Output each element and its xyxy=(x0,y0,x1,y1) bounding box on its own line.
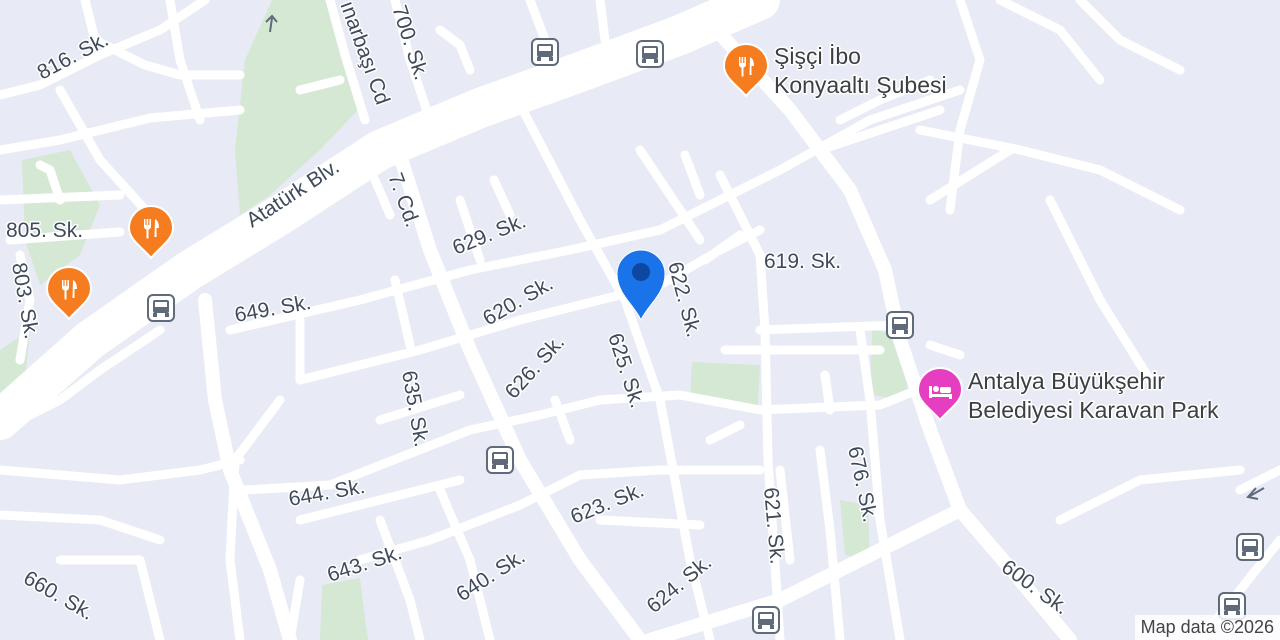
map-layer[interactable]: 816. Sk. 700. Sk. ınarbaşı Cd Atatürk Bl… xyxy=(0,0,1280,640)
street-label-619: 619. Sk. xyxy=(764,250,841,273)
bus-icon[interactable] xyxy=(886,311,914,339)
bus-icon[interactable] xyxy=(486,446,514,474)
bus-icon[interactable] xyxy=(531,38,559,66)
bus-icon[interactable] xyxy=(147,294,175,322)
poi-label-karavan-line1: Antalya Büyükşehir xyxy=(968,368,1165,394)
poi-label-sisci-line2: Konyaaltı Şubesi xyxy=(774,72,947,98)
map-canvas[interactable]: 816. Sk. 700. Sk. ınarbaşı Cd Atatürk Bl… xyxy=(0,0,1280,640)
poi-label-karavan-line2: Belediyesi Karavan Park xyxy=(968,397,1219,423)
bus-icon[interactable] xyxy=(636,40,664,68)
bus-icon[interactable] xyxy=(752,606,780,634)
poi-label-sisci-line1: Şişçi İbo xyxy=(774,43,861,69)
street-label-805: 805. Sk. xyxy=(6,219,83,242)
map-attribution: Map data ©2026 xyxy=(1134,615,1280,640)
bus-icon[interactable] xyxy=(1236,533,1264,561)
location-pin-dot xyxy=(632,263,650,281)
